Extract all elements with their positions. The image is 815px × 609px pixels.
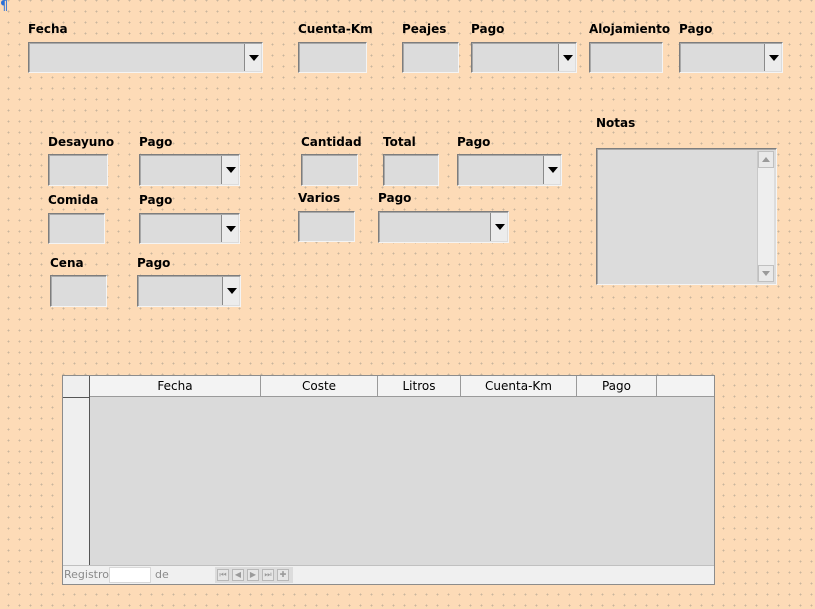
pago-comida-combobox[interactable] (139, 213, 240, 244)
cuenta-km-field[interactable] (298, 42, 367, 73)
pago-alojamiento-combobox[interactable] (679, 42, 783, 73)
notas-textarea[interactable] (596, 148, 777, 285)
pago-comida-label: Pago (139, 193, 173, 207)
peajes-field[interactable] (402, 42, 459, 73)
record-label: Registro (64, 568, 110, 581)
fecha-label: Fecha (28, 22, 68, 36)
pago-varios-combobox[interactable] (378, 211, 509, 243)
cena-label: Cena (50, 256, 84, 270)
pago-total-combobox[interactable] (457, 154, 562, 186)
total-label: Total (383, 135, 416, 149)
varios-field[interactable] (298, 211, 355, 242)
desayuno-label: Desayuno (48, 135, 115, 149)
row-header-column[interactable] (63, 376, 90, 565)
pago-peajes-dropdown-arrow-icon[interactable] (558, 44, 575, 71)
alojamiento-label: Alojamiento (589, 22, 671, 36)
fecha-combobox[interactable] (28, 42, 263, 73)
pago-desayuno-dropdown-arrow-icon[interactable] (221, 156, 238, 184)
desayuno-field[interactable] (48, 154, 108, 186)
scroll-up-arrow-icon[interactable] (758, 151, 774, 168)
cantidad-label: Cantidad (301, 135, 362, 149)
pago-cena-dropdown-arrow-icon[interactable] (222, 277, 239, 305)
comida-field[interactable] (48, 213, 105, 244)
pago-total-label: Pago (457, 135, 491, 149)
previous-record-icon[interactable]: ◀ (232, 569, 244, 581)
record-navigator: Registro de ⏮ ◀ ▶ ⏭ ✚ (63, 565, 714, 584)
new-record-icon[interactable]: ✚ (277, 569, 289, 581)
pago-varios-dropdown-arrow-icon[interactable] (490, 213, 507, 241)
pago-comida-dropdown-arrow-icon[interactable] (221, 215, 238, 242)
comida-label: Comida (48, 193, 99, 207)
anchor-icon: ¶ (0, 0, 9, 14)
cuenta-km-label: Cuenta-Km (298, 22, 373, 36)
notas-scrollbar[interactable] (757, 151, 774, 282)
pago-varios-label: Pago (378, 191, 412, 205)
pago-total-dropdown-arrow-icon[interactable] (543, 156, 560, 184)
pago-alojamiento-label: Pago (679, 22, 713, 36)
column-header-coste[interactable]: Coste (261, 376, 378, 397)
record-number-input[interactable] (109, 567, 151, 583)
pago-desayuno-combobox[interactable] (139, 154, 240, 186)
scroll-down-arrow-icon[interactable] (758, 265, 774, 282)
cantidad-field[interactable] (301, 154, 358, 186)
of-label: de (155, 568, 169, 581)
next-record-icon[interactable]: ▶ (247, 569, 259, 581)
column-header-cuenta-km[interactable]: Cuenta-Km (461, 376, 577, 397)
fuel-table[interactable]: Fecha Coste Litros Cuenta-Km Pago Regist… (62, 375, 715, 585)
last-record-icon[interactable]: ⏭ (262, 569, 274, 581)
pago-cena-combobox[interactable] (137, 275, 241, 307)
pago-peajes-combobox[interactable] (471, 42, 577, 73)
alojamiento-field[interactable] (589, 42, 663, 73)
column-header-litros[interactable]: Litros (378, 376, 461, 397)
column-header-fecha[interactable]: Fecha (90, 376, 261, 397)
pago-peajes-label: Pago (471, 22, 505, 36)
fecha-dropdown-arrow-icon[interactable] (244, 44, 261, 71)
total-field[interactable] (383, 154, 439, 186)
pago-cena-label: Pago (137, 256, 171, 270)
peajes-label: Peajes (402, 22, 447, 36)
varios-label: Varios (298, 191, 341, 205)
cena-field[interactable] (50, 275, 107, 307)
first-record-icon[interactable]: ⏮ (217, 569, 229, 581)
pago-desayuno-label: Pago (139, 135, 173, 149)
navigation-buttons: ⏮ ◀ ▶ ⏭ ✚ (215, 567, 293, 583)
notas-label: Notas (596, 116, 636, 130)
column-header-pago[interactable]: Pago (577, 376, 657, 397)
pago-alojamiento-dropdown-arrow-icon[interactable] (764, 44, 781, 71)
